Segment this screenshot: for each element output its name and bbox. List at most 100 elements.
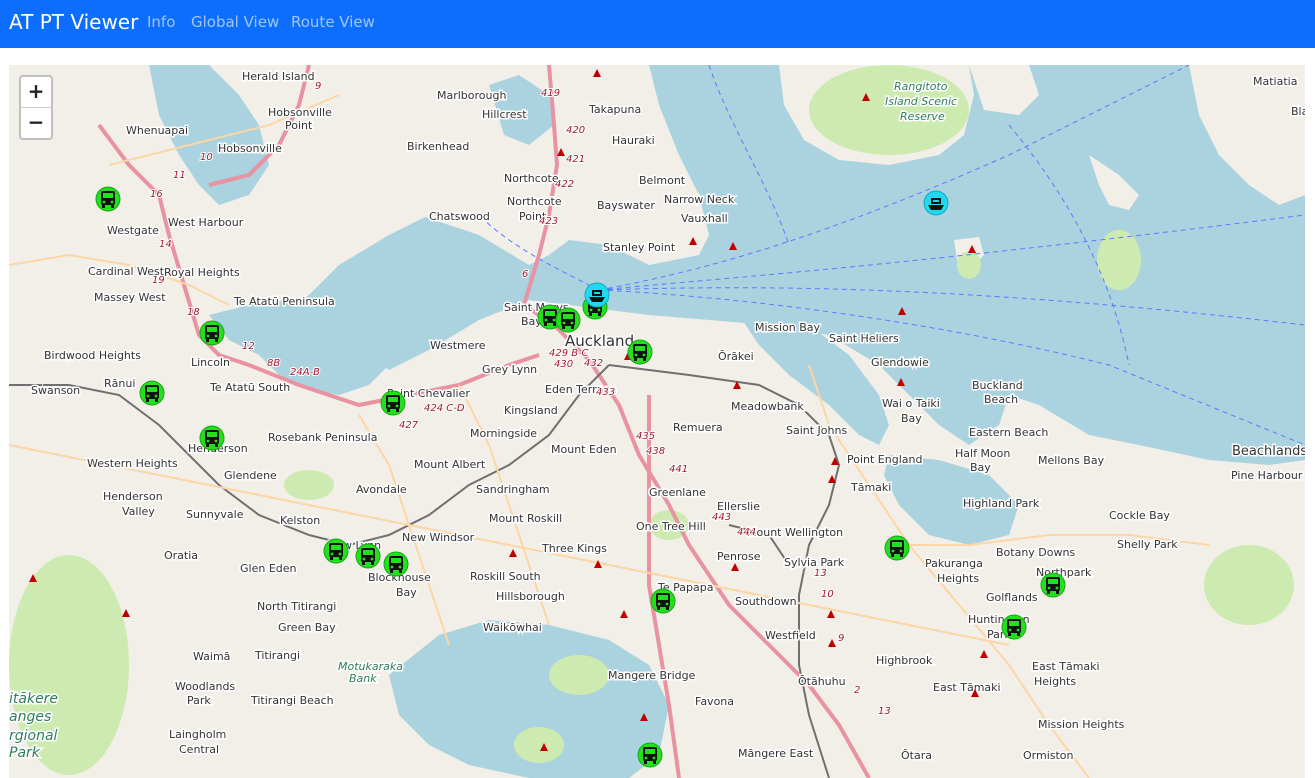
road-label: 11 xyxy=(173,170,186,181)
road-label: 430 xyxy=(554,359,573,370)
place-label: Vauxhall xyxy=(681,212,728,225)
nav-link-info[interactable]: Info xyxy=(147,13,175,31)
ferry-icon[interactable] xyxy=(584,282,610,308)
place-label: Birdwood Heights xyxy=(44,349,141,362)
place-label: Bank xyxy=(349,672,377,685)
place-label: Hillsborough xyxy=(496,590,565,603)
map-tiles: Herald Island Marlborough Hillcrest Takapun… xyxy=(9,65,1305,778)
zoom-in-button[interactable]: + xyxy=(21,77,51,107)
place-label: Meadowbank xyxy=(731,400,804,413)
place-label: Southdown xyxy=(735,595,797,608)
bus-icon[interactable] xyxy=(1040,572,1066,598)
place-label: Penrose xyxy=(717,550,761,563)
place-label: Sunnyvale xyxy=(186,508,244,521)
road-label: 420 xyxy=(566,125,585,136)
place-label: Mission Bay xyxy=(755,321,821,334)
place-label: Tāmaki xyxy=(850,481,891,494)
place-label: Sandringham xyxy=(476,483,550,496)
road-label: 9 xyxy=(315,81,321,92)
place-label: Roskill South xyxy=(470,570,541,583)
place-label: Blac xyxy=(1291,105,1305,118)
bus-icon[interactable] xyxy=(199,320,225,346)
place-label: East Tāmaki xyxy=(1032,660,1100,673)
bus-icon[interactable] xyxy=(1001,614,1027,640)
place-label: Mount Roskill xyxy=(489,512,562,525)
place-label: Saint Heliers xyxy=(829,332,899,345)
place-label: Marlborough xyxy=(437,89,506,102)
ferry-icon[interactable] xyxy=(923,190,949,216)
place-label: Three Kings xyxy=(541,542,607,555)
place-label: Belmont xyxy=(639,174,686,187)
zoom-out-button[interactable]: − xyxy=(21,107,51,138)
place-label: Laingholm xyxy=(169,728,226,741)
bus-icon[interactable] xyxy=(884,535,910,561)
place-label: Green Bay xyxy=(278,621,336,634)
place-label: Northcote xyxy=(507,195,562,208)
road-label: 444 xyxy=(737,527,756,538)
place-label: Bayswater xyxy=(597,199,655,212)
map-viewport[interactable]: + − Herald Island Marlborough Hillcrest … xyxy=(9,65,1305,778)
place-label: Mission Heights xyxy=(1038,718,1125,731)
place-label: Waikōwhai xyxy=(483,621,542,634)
place-label: Northcote xyxy=(504,172,559,185)
place-label: Narrow Neck xyxy=(664,193,735,206)
zoom-control: + − xyxy=(19,75,53,140)
place-label: North Titirangi xyxy=(257,600,336,613)
place-label: Botany Downs xyxy=(996,546,1075,559)
place-label: anges xyxy=(9,709,51,725)
place-label: Ōtara xyxy=(901,749,932,762)
bus-icon[interactable] xyxy=(555,307,581,333)
place-label: Wai o Taiki xyxy=(882,397,940,410)
brand-link[interactable]: AT PT Viewer xyxy=(9,10,138,34)
place-label: Waimā xyxy=(193,650,230,663)
bus-icon[interactable] xyxy=(323,538,349,564)
bus-icon[interactable] xyxy=(139,380,165,406)
place-label: Ōtāhuhu xyxy=(798,675,846,688)
place-label: Golflands xyxy=(986,591,1038,604)
place-label: Rangitoto xyxy=(894,80,948,93)
nav-link-route-view[interactable]: Route View xyxy=(291,13,375,31)
bus-icon[interactable] xyxy=(383,551,409,577)
nav-link-global-view[interactable]: Global View xyxy=(191,13,279,31)
road-label: 441 xyxy=(669,464,688,475)
place-label: Birkenhead xyxy=(407,140,469,153)
place-label: itākere xyxy=(9,691,58,707)
place-label: Mount Albert xyxy=(414,458,486,471)
road-label: 423 xyxy=(539,216,558,227)
place-label: Shelly Park xyxy=(1117,538,1178,551)
place-label: Westgate xyxy=(107,224,159,237)
place-label: Ormiston xyxy=(1023,749,1074,762)
bus-icon[interactable] xyxy=(380,390,406,416)
road-label: 424 C-D xyxy=(424,403,465,414)
place-label: Hauraki xyxy=(612,134,655,147)
bus-icon[interactable] xyxy=(355,543,381,569)
bus-icon[interactable] xyxy=(650,588,676,614)
place-label: Heights xyxy=(937,572,979,585)
bus-icon[interactable] xyxy=(95,186,121,212)
place-label: Point xyxy=(285,119,313,132)
place-label: Massey West xyxy=(94,291,166,304)
road-label: 24A-B xyxy=(290,367,320,378)
place-label: Glen Eden xyxy=(240,562,297,575)
place-label: One Tree Hill xyxy=(636,520,706,533)
place-label: Bay xyxy=(901,412,922,425)
place-label: Mount Wellington xyxy=(747,526,843,539)
place-label: Chatswood xyxy=(429,210,490,223)
place-label: Swanson xyxy=(31,384,80,397)
bus-icon[interactable] xyxy=(199,425,225,451)
place-label: Point England xyxy=(847,453,922,466)
bus-icon[interactable] xyxy=(637,742,663,768)
road-label: 6 xyxy=(522,269,528,280)
road-label: 9 xyxy=(838,633,844,644)
place-label: Kelston xyxy=(280,514,320,527)
place-label: Kingsland xyxy=(504,404,558,417)
road-label: 432 xyxy=(584,358,603,369)
place-label: Titirangi xyxy=(254,649,300,662)
place-label: Park xyxy=(187,694,211,707)
place-label: Favona xyxy=(695,695,734,708)
place-label: Bay xyxy=(396,586,417,599)
place-label: Westfield xyxy=(765,629,816,642)
place-label: West Harbour xyxy=(168,216,244,229)
bus-icon[interactable] xyxy=(627,339,653,365)
place-label: Lincoln xyxy=(191,356,230,369)
